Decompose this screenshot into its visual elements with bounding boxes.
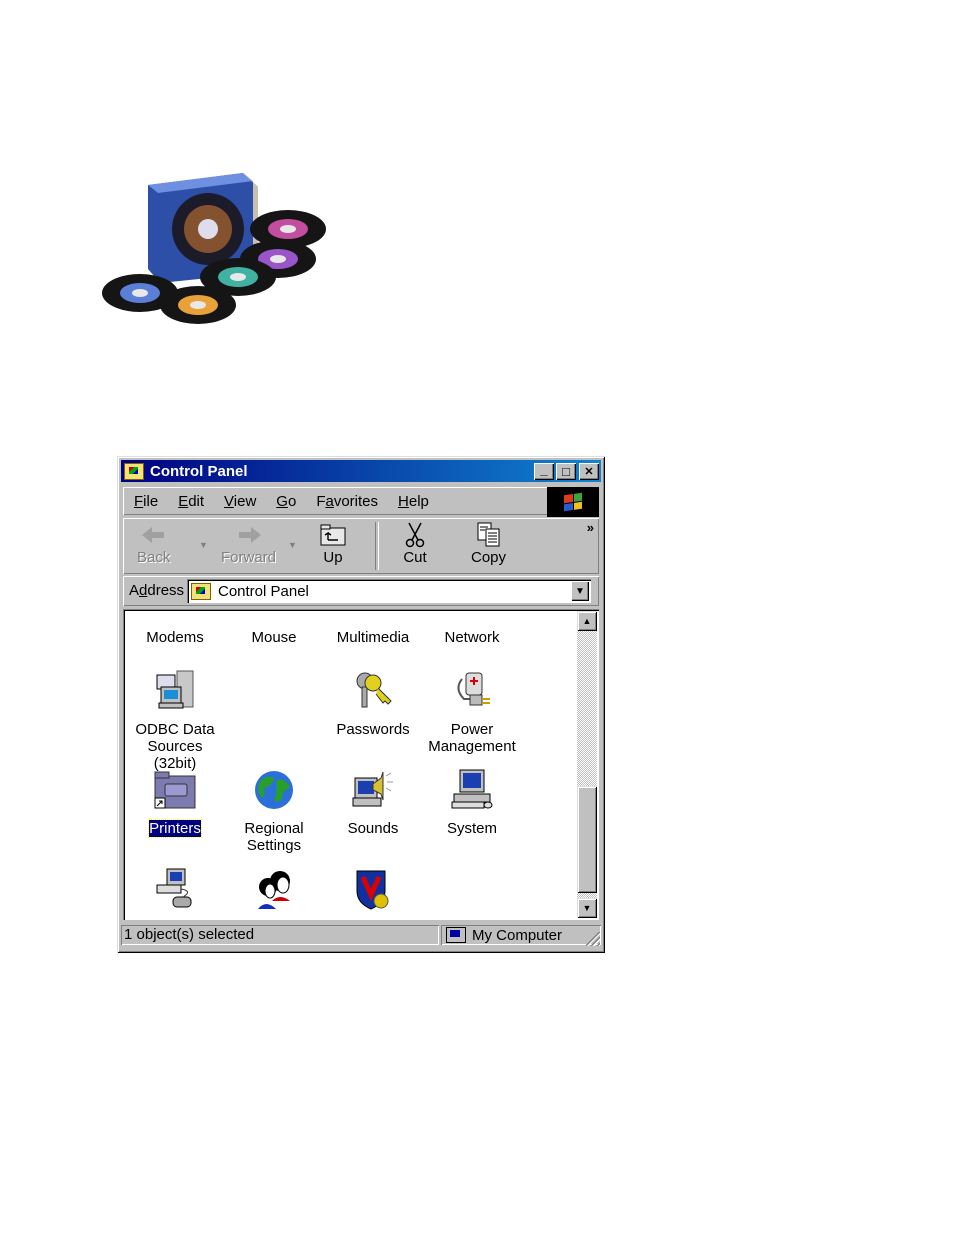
minimize-icon: _ bbox=[540, 462, 548, 477]
forward-button[interactable]: Forward bbox=[221, 522, 276, 566]
chevron-down-icon: ▼ bbox=[575, 585, 585, 597]
back-dropdown-arrow[interactable]: ▼ bbox=[199, 540, 208, 550]
copy-icon bbox=[475, 522, 503, 548]
scroll-thumb[interactable] bbox=[577, 786, 597, 893]
item-label: Printers bbox=[148, 819, 202, 838]
vertical-scrollbar[interactable]: ▲ ▼ bbox=[577, 611, 597, 918]
control-panel-item-power-management[interactable]: Power Management bbox=[422, 667, 522, 755]
mouse-icon bbox=[250, 609, 298, 623]
item-label: ODBC Data Sources (32bit) bbox=[135, 721, 215, 772]
status-bar: 1 object(s) selected My Computer bbox=[121, 923, 601, 947]
control-panel-item-mouse[interactable]: Mouse bbox=[224, 609, 324, 646]
control-panel-item-multimedia[interactable]: Multimedia bbox=[323, 609, 423, 646]
icon-view: Modems Mouse Multimedia Network ODBC Data Sou… bbox=[123, 609, 599, 920]
windows-flag-icon bbox=[564, 492, 582, 512]
item-label: Mouse bbox=[251, 629, 297, 646]
item-label: Sounds bbox=[347, 820, 399, 837]
arrow-up-icon: ▲ bbox=[582, 616, 592, 626]
status-zone: My Computer bbox=[441, 925, 601, 945]
status-selection-text: 1 object(s) selected bbox=[121, 925, 439, 945]
globe-icon bbox=[250, 766, 298, 814]
item-label: Users bbox=[254, 919, 293, 920]
toolbar-separator bbox=[375, 522, 379, 570]
back-button[interactable]: Back bbox=[137, 522, 170, 566]
control-panel-item-modems[interactable]: Modems bbox=[125, 609, 225, 646]
resize-grip[interactable] bbox=[586, 932, 600, 946]
control-panel-item-passwords[interactable]: Passwords bbox=[323, 667, 423, 738]
address-dropdown-button[interactable]: ▼ bbox=[571, 581, 589, 601]
title-bar[interactable]: Control Panel _ □ ✕ bbox=[121, 460, 601, 482]
cd-disc bbox=[102, 274, 178, 312]
menu-help[interactable]: Help bbox=[398, 493, 429, 510]
maximize-button[interactable]: □ bbox=[556, 463, 576, 480]
scroll-up-button[interactable]: ▲ bbox=[577, 611, 597, 631]
forward-arrow-icon bbox=[235, 522, 263, 548]
speaker-computer-icon bbox=[349, 766, 397, 814]
menu-favorites[interactable]: Favorites bbox=[316, 493, 378, 510]
scroll-down-button[interactable]: ▼ bbox=[577, 898, 597, 918]
arrow-down-icon: ▼ bbox=[582, 903, 592, 913]
window-title: Control Panel bbox=[150, 462, 248, 480]
control-panel-icon bbox=[124, 462, 144, 480]
control-panel-item-network[interactable]: Network bbox=[422, 609, 522, 646]
menu-edit[interactable]: Edit bbox=[178, 493, 204, 510]
menu-file[interactable]: File bbox=[134, 493, 158, 510]
network-icon bbox=[448, 609, 496, 623]
address-label: Address bbox=[129, 582, 185, 599]
keys-icon bbox=[349, 667, 397, 715]
product-image-cds bbox=[102, 173, 326, 324]
address-input[interactable]: Control Panel ▼ bbox=[187, 579, 591, 603]
up-folder-icon bbox=[319, 522, 347, 548]
telephony-icon bbox=[151, 865, 199, 913]
menu-view[interactable]: View bbox=[224, 493, 256, 510]
close-button[interactable]: ✕ bbox=[579, 463, 599, 480]
control-panel-item-printers[interactable]: Printers bbox=[125, 766, 225, 838]
control-panel-icon bbox=[191, 582, 211, 600]
item-label: VirusScan bbox=[339, 919, 407, 920]
power-plug-icon bbox=[448, 667, 496, 715]
control-panel-window: Control Panel _ □ ✕ File Edit View Go Fa… bbox=[117, 456, 605, 953]
copy-button[interactable]: Copy bbox=[471, 522, 506, 566]
control-panel-item-virusscan[interactable]: VirusScan bbox=[323, 865, 423, 920]
address-bar: Address Control Panel ▼ bbox=[123, 576, 599, 606]
multimedia-icon bbox=[349, 609, 397, 623]
minimize-button[interactable]: _ bbox=[534, 462, 554, 480]
control-panel-item-odbc-data-sources-32bit[interactable]: ODBC Data Sources (32bit) bbox=[125, 667, 225, 772]
item-label: Telephony bbox=[141, 919, 209, 920]
computer-icon bbox=[448, 766, 496, 814]
control-panel-item-regional-settings[interactable]: Regional Settings bbox=[224, 766, 324, 854]
printer-folder-icon bbox=[151, 766, 199, 814]
close-icon: ✕ bbox=[584, 466, 594, 478]
item-label: Passwords bbox=[336, 721, 410, 738]
item-label: Modems bbox=[146, 629, 204, 646]
my-computer-icon bbox=[446, 927, 466, 943]
status-zone-text: My Computer bbox=[472, 926, 563, 944]
control-panel-item-users[interactable]: Users bbox=[224, 865, 324, 920]
forward-dropdown-arrow[interactable]: ▼ bbox=[288, 540, 297, 550]
users-icon bbox=[250, 865, 298, 913]
up-button[interactable]: Up bbox=[319, 522, 347, 566]
item-label: Power Management bbox=[428, 721, 516, 755]
cut-button[interactable]: Cut bbox=[401, 522, 429, 566]
item-label: Regional Settings bbox=[244, 820, 304, 854]
address-value: Control Panel bbox=[218, 582, 309, 600]
control-panel-item-system[interactable]: System bbox=[422, 766, 522, 837]
item-label: Network bbox=[444, 629, 500, 646]
windows-logo-throbber bbox=[547, 487, 599, 517]
menu-go[interactable]: Go bbox=[276, 493, 296, 510]
modem-icon bbox=[151, 609, 199, 623]
standard-toolbar: Back ▼ Forward ▼ Up Cut Copy » bbox=[123, 518, 599, 574]
item-label: Multimedia bbox=[336, 629, 410, 646]
control-panel-item-telephony[interactable]: Telephony bbox=[125, 865, 225, 920]
control-panel-item-sounds[interactable]: Sounds bbox=[323, 766, 423, 837]
virus-shield-icon bbox=[349, 865, 397, 913]
maximize-icon: □ bbox=[562, 464, 570, 479]
menu-bar: File Edit View Go Favorites Help bbox=[123, 487, 599, 517]
toolbar-overflow-chevron[interactable]: » bbox=[587, 520, 594, 535]
back-arrow-icon bbox=[140, 522, 168, 548]
item-label: System bbox=[446, 820, 497, 837]
scissors-icon bbox=[401, 522, 429, 548]
odbc-icon bbox=[151, 667, 199, 715]
